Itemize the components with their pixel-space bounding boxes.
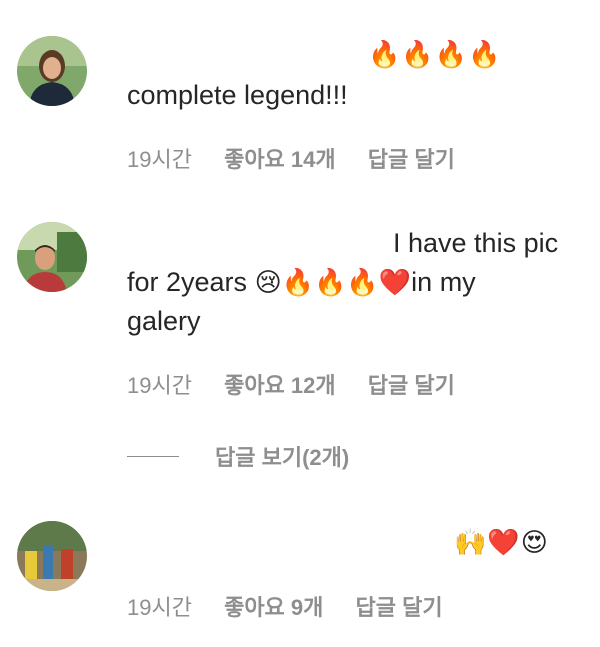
comment-text: I have this pic for 2years 😢🔥🔥🔥❤️in my g… <box>127 224 587 341</box>
reply-button[interactable]: 답글 달기 <box>368 142 455 174</box>
comment-text-line: galery <box>127 306 201 336</box>
replies-divider-line <box>127 455 179 457</box>
comment-meta: 19시간 좋아요 14개 답글 달기 <box>127 142 455 174</box>
comment-emojis: 🙌❤️😍 <box>454 527 549 557</box>
comment-emojis: 😢🔥🔥🔥❤️ <box>254 267 412 297</box>
likes-count[interactable]: 좋아요 9개 <box>224 590 323 622</box>
comment-text-line: for 2years 😢🔥🔥🔥❤️in my <box>127 263 587 302</box>
view-replies-button[interactable]: 답글 보기(2개) <box>127 440 349 472</box>
avatar[interactable] <box>17 521 87 591</box>
likes-count[interactable]: 좋아요 14개 <box>224 142 336 174</box>
reply-button[interactable]: 답글 달기 <box>356 590 443 622</box>
comment-meta: 19시간 좋아요 9개 답글 달기 <box>127 590 443 622</box>
comment-text-line: I have this pic <box>393 228 559 258</box>
reply-button[interactable]: 답글 달기 <box>368 368 455 400</box>
comment-text-segment: in my <box>411 267 476 297</box>
avatar[interactable] <box>17 36 87 106</box>
likes-count[interactable]: 좋아요 12개 <box>224 368 336 400</box>
avatar[interactable] <box>17 222 87 292</box>
comment-time[interactable]: 19시간 <box>127 142 192 174</box>
comment-text-segment: for 2years <box>127 267 255 297</box>
view-replies-label: 답글 보기(2개) <box>215 445 350 470</box>
comment-meta: 19시간 좋아요 12개 답글 달기 <box>127 368 455 400</box>
comment-time[interactable]: 19시간 <box>127 368 192 400</box>
comment-text: complete legend!!! <box>127 80 348 110</box>
comment-emojis: 🔥🔥🔥🔥 <box>368 39 502 69</box>
comment-time[interactable]: 19시간 <box>127 590 192 622</box>
